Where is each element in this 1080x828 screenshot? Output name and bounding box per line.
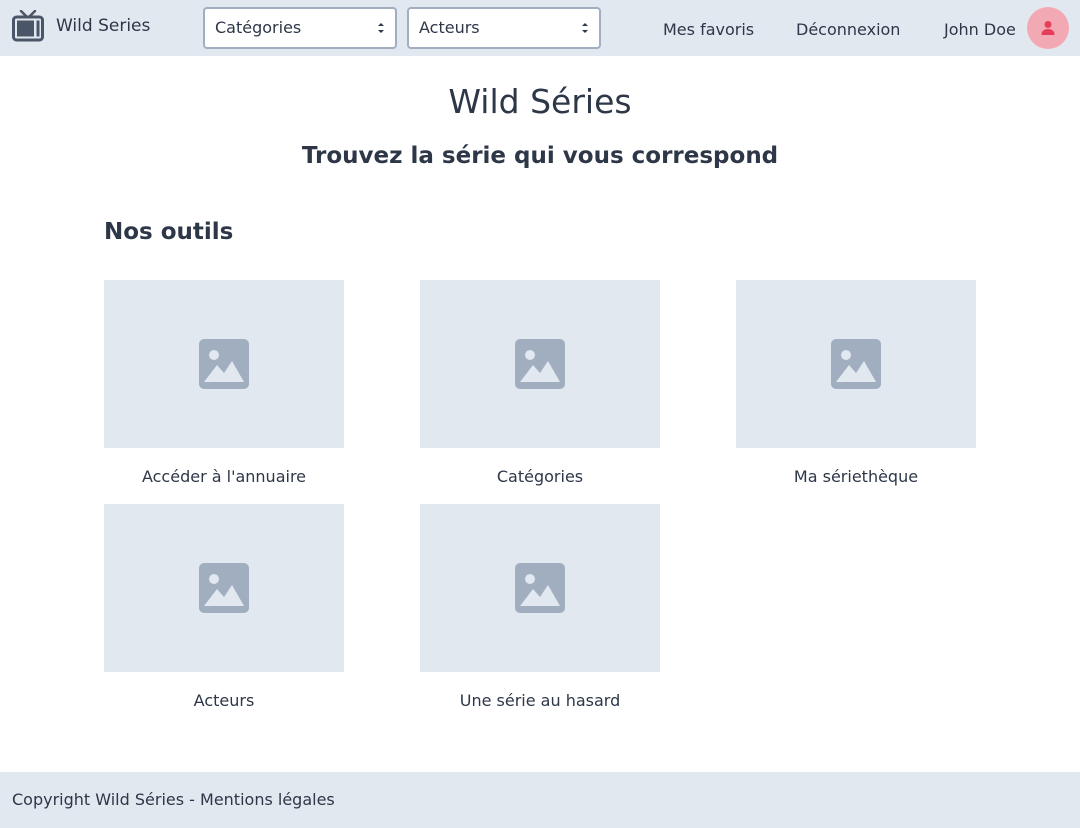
navbar: Wild Series Catégories Acteurs Mes favor… <box>0 0 1080 56</box>
tool-card-random-series[interactable]: Une série au hasard <box>420 504 660 710</box>
categories-select[interactable]: Catégories <box>203 7 397 49</box>
page-subtitle: Trouvez la série qui vous correspond <box>301 143 779 169</box>
logout-link[interactable]: Déconnexion <box>796 20 900 39</box>
tv-icon <box>12 10 44 42</box>
card-image <box>736 280 976 448</box>
footer-copyright: Copyright Wild Séries - <box>12 790 201 809</box>
card-image <box>104 504 344 672</box>
categories-select-value: Catégories <box>215 18 302 37</box>
card-image <box>420 504 660 672</box>
card-label: Catégories <box>496 467 584 486</box>
actors-select-value: Acteurs <box>419 18 480 37</box>
tool-card-library[interactable]: Ma sériethèque <box>736 280 976 486</box>
actors-select[interactable]: Acteurs <box>407 7 601 49</box>
tool-card-directory[interactable]: Accéder à l'annuaire <box>104 280 344 486</box>
brand-name: Wild Series <box>56 16 151 36</box>
page-title: Wild Séries <box>448 82 632 121</box>
section-title: Nos outils <box>104 219 234 245</box>
card-image <box>420 280 660 448</box>
avatar[interactable] <box>1027 7 1069 49</box>
image-placeholder-icon <box>515 563 565 613</box>
image-placeholder-icon <box>831 339 881 389</box>
select-arrows-icon <box>582 23 588 33</box>
user-name[interactable]: John Doe <box>944 20 1016 39</box>
card-image <box>104 280 344 448</box>
select-arrows-icon <box>378 23 384 33</box>
legal-notice-link[interactable]: Mentions légales <box>200 790 335 809</box>
card-label: Accéder à l'annuaire <box>141 467 307 486</box>
footer: Copyright Wild Séries - Mentions légales <box>0 772 1080 828</box>
tool-card-categories[interactable]: Catégories <box>420 280 660 486</box>
image-placeholder-icon <box>515 339 565 389</box>
card-label: Une série au hasard <box>459 691 621 710</box>
card-label: Acteurs <box>193 691 255 710</box>
image-placeholder-icon <box>199 339 249 389</box>
image-placeholder-icon <box>199 563 249 613</box>
tool-card-actors[interactable]: Acteurs <box>104 504 344 710</box>
favorites-link[interactable]: Mes favoris <box>663 20 754 39</box>
card-label: Ma sériethèque <box>793 467 919 486</box>
user-icon <box>1041 21 1055 35</box>
brand-link[interactable]: Wild Series <box>12 10 150 42</box>
